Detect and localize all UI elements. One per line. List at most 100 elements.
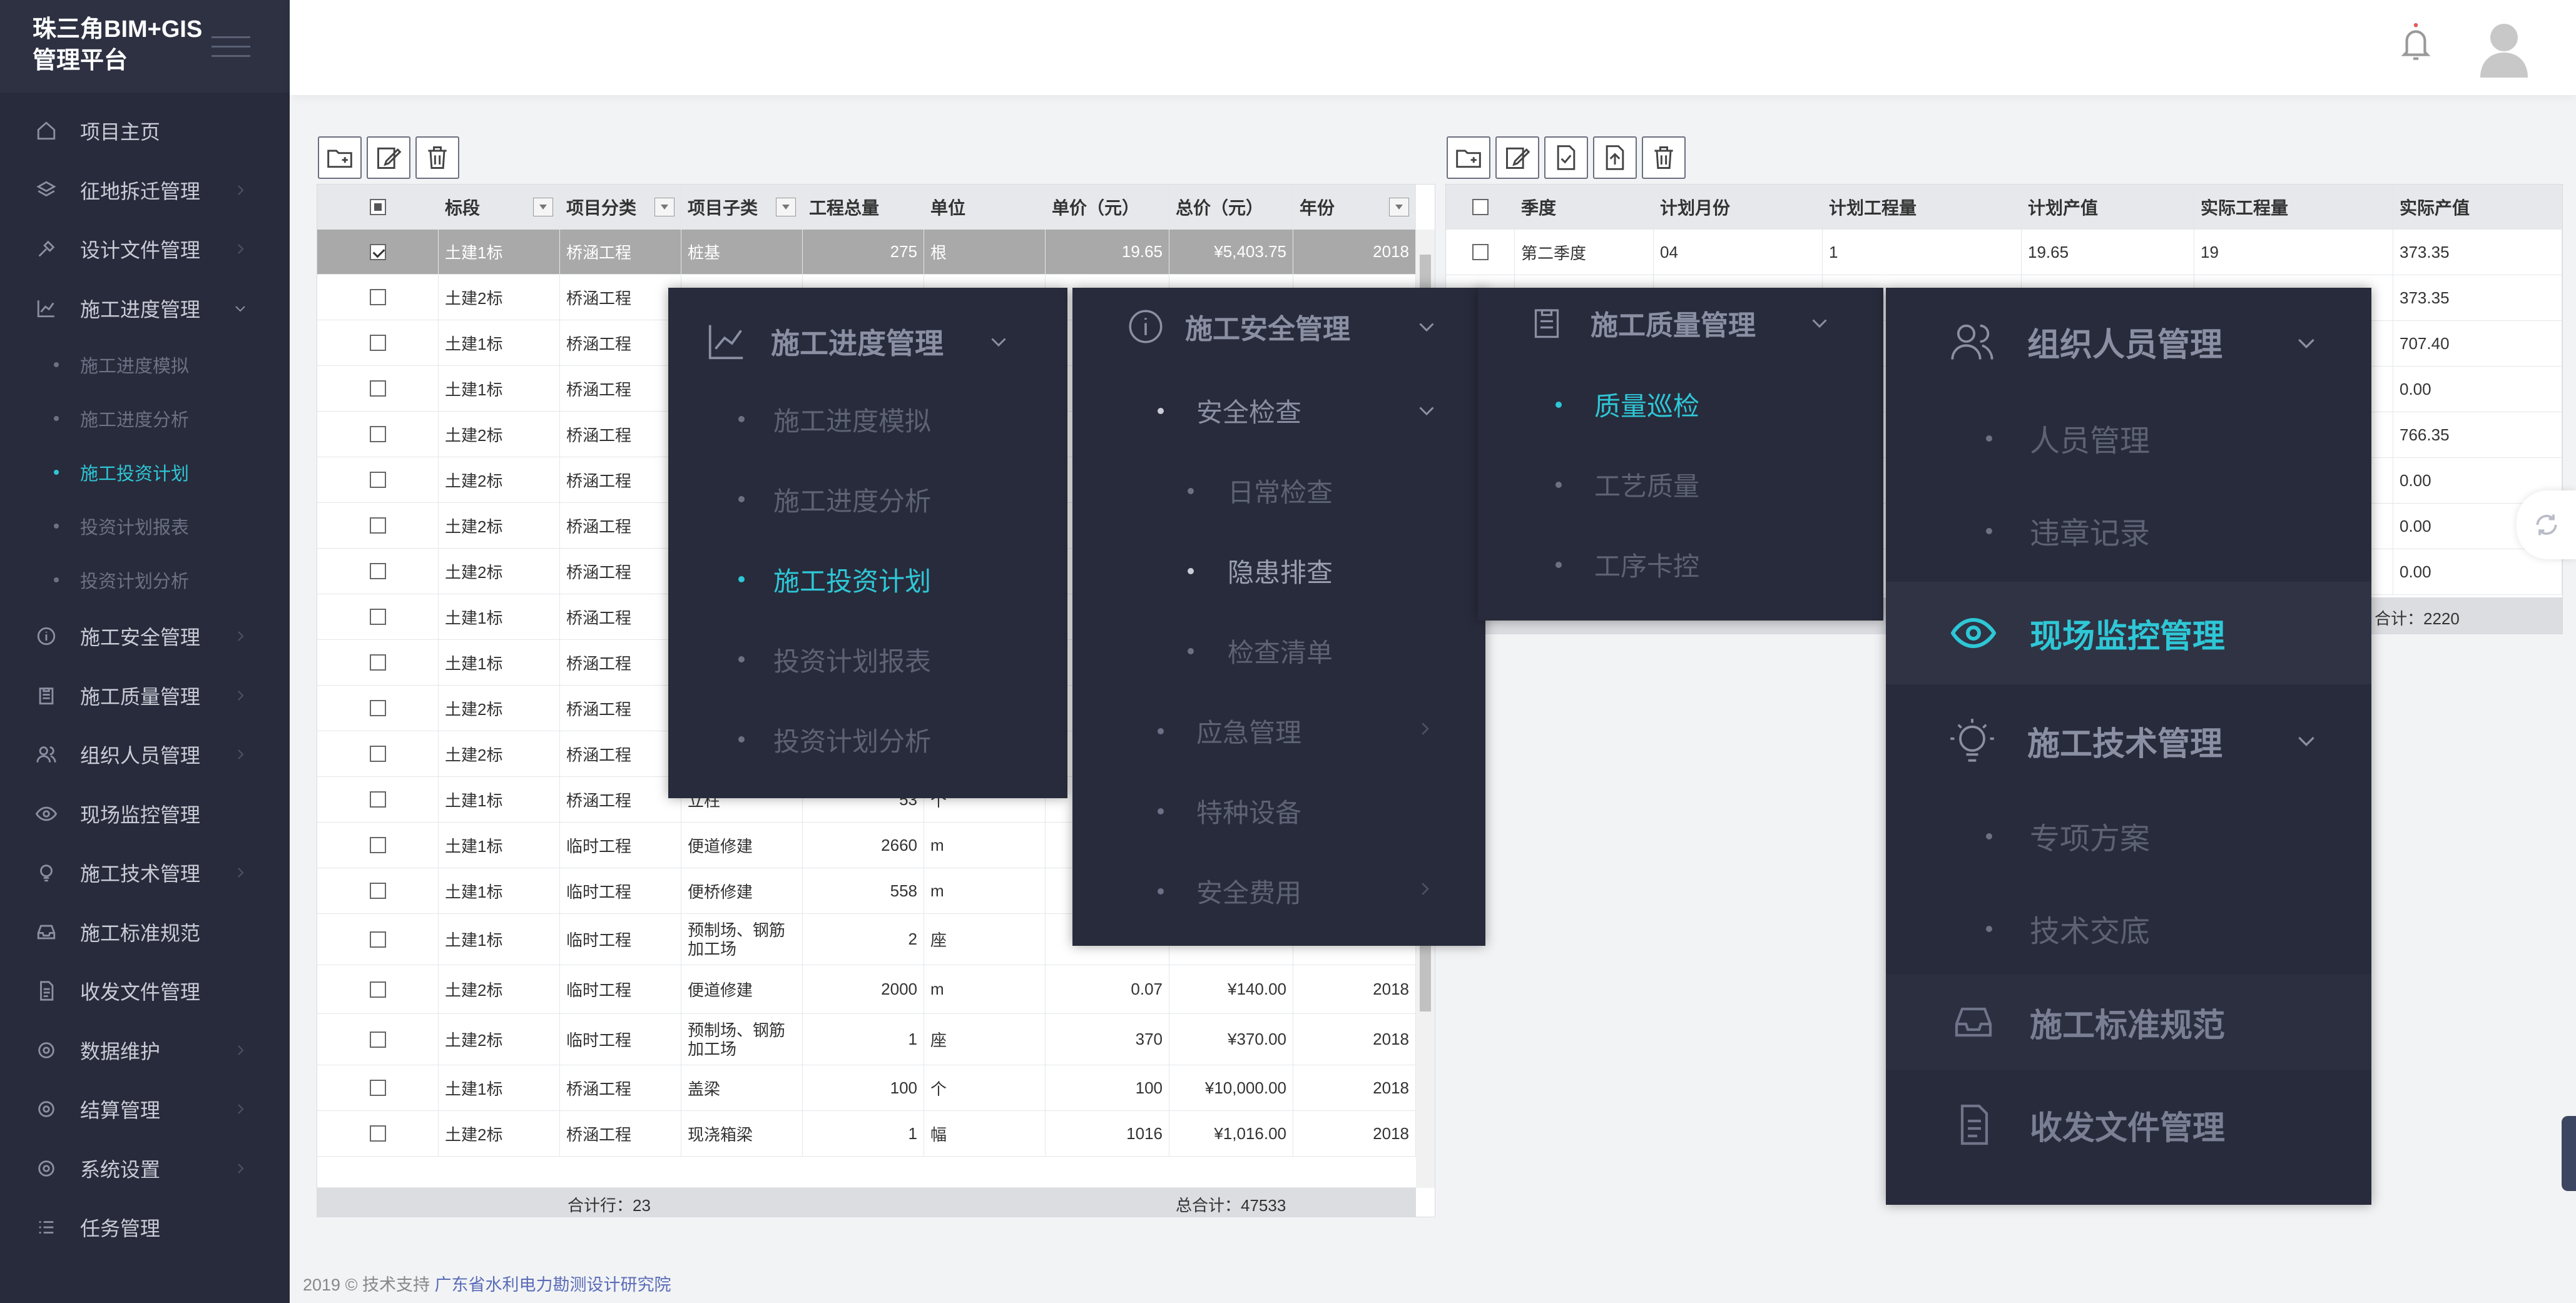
popup-item-docs[interactable]: 收发文件管理	[1886, 1077, 2371, 1172]
sidebar-subitem[interactable]: 投资计划报表	[0, 499, 290, 553]
popup-item-tech[interactable]: 施工技术管理	[1948, 709, 2222, 772]
sidebar-item-system[interactable]: 系统设置	[0, 1139, 290, 1199]
column-header[interactable]: 实际工程量	[2194, 185, 2393, 229]
row-checkbox[interactable]	[317, 594, 439, 639]
popup-item[interactable]: 人员管理	[2030, 415, 2150, 460]
popup-item-active[interactable]: 施工投资计划	[773, 560, 931, 598]
popup-item[interactable]: 施工进度模拟	[773, 400, 931, 438]
table-row[interactable]: 土建2标 临时工程 便道修建 2000 m 0.07 ¥140.00 2018	[317, 965, 1416, 1014]
column-header[interactable]: 季度	[1515, 185, 1654, 229]
row-checkbox[interactable]	[317, 914, 439, 965]
table-row[interactable]: 土建2标 桥涵工程 现浇箱梁 1 幅 1016 ¥1,016.00 2018	[317, 1111, 1416, 1157]
sidebar-item-land[interactable]: 征地拆迁管理	[0, 161, 290, 220]
filter-icon[interactable]	[533, 197, 553, 216]
delete-button[interactable]	[1642, 136, 1686, 179]
sidebar-item-tasks[interactable]: 任务管理	[0, 1198, 290, 1257]
column-header[interactable]: 项目分类	[560, 185, 681, 229]
column-header[interactable]: 年份	[1293, 185, 1416, 229]
table-row-partial[interactable]	[317, 1157, 1416, 1188]
sidebar-item-settlement[interactable]: 结算管理	[0, 1080, 290, 1139]
popup-title[interactable]: 施工质量管理	[1528, 297, 1756, 349]
avatar[interactable]	[2478, 19, 2530, 78]
row-checkbox[interactable]	[317, 640, 439, 685]
popup-title[interactable]: 施工安全管理	[1125, 300, 1350, 353]
approve-button[interactable]	[1544, 136, 1588, 179]
popup-title[interactable]: 组织人员管理	[1948, 310, 2222, 373]
popup-item[interactable]: 工艺质量	[1594, 465, 1699, 503]
column-header[interactable]: 计划产值	[2022, 185, 2194, 229]
support-link[interactable]: 广东省水利电力勘测设计研究院	[434, 1275, 671, 1294]
sidebar-item-docs[interactable]: 收发文件管理	[0, 961, 290, 1021]
row-checkbox[interactable]	[317, 230, 439, 274]
row-checkbox[interactable]	[317, 868, 439, 913]
popup-group[interactable]: 安全检查	[1196, 392, 1301, 429]
row-checkbox[interactable]	[317, 1014, 439, 1065]
sidebar-item-monitor[interactable]: 现场监控管理	[0, 784, 290, 844]
popup-item[interactable]: 应急管理	[1196, 712, 1301, 749]
column-header[interactable]: 总价（元）	[1169, 185, 1293, 229]
row-checkbox[interactable]	[317, 1065, 439, 1110]
popup-title[interactable]: 施工进度管理	[705, 310, 1010, 373]
row-checkbox[interactable]	[317, 965, 439, 1013]
popup-item-standard[interactable]: 施工标准规范	[1886, 975, 2371, 1070]
column-header[interactable]: 计划月份	[1654, 185, 1823, 229]
row-checkbox[interactable]	[317, 275, 439, 320]
refresh-button[interactable]	[2517, 490, 2576, 559]
popup-item[interactable]: 日常检查	[1228, 472, 1333, 509]
popup-item-monitor[interactable]: 现场监控管理	[1886, 582, 2371, 684]
popup-item[interactable]: 检查清单	[1228, 632, 1333, 669]
upload-button[interactable]	[1593, 136, 1637, 179]
column-header[interactable]: 计划工程量	[1823, 185, 2022, 229]
row-checkbox[interactable]	[317, 777, 439, 822]
popup-item[interactable]: 专项方案	[2030, 813, 2150, 858]
column-header[interactable]: 工程总量	[803, 185, 924, 229]
row-checkbox[interactable]	[317, 686, 439, 731]
column-header[interactable]: 单价（元）	[1046, 185, 1169, 229]
row-checkbox[interactable]	[317, 549, 439, 594]
row-checkbox[interactable]	[317, 412, 439, 457]
row-checkbox[interactable]	[317, 366, 439, 411]
delete-button[interactable]	[415, 136, 459, 179]
popup-item[interactable]: 施工进度分析	[773, 480, 931, 518]
sidebar-item-quality[interactable]: 施工质量管理	[0, 666, 290, 726]
sidebar-item-tech[interactable]: 施工技术管理	[0, 843, 290, 903]
table-row[interactable]: 土建1标 桥涵工程 盖梁 100 个 100 ¥10,000.00 2018	[317, 1065, 1416, 1111]
select-all-checkbox[interactable]	[1446, 185, 1515, 229]
popup-item[interactable]: 技术交底	[2030, 906, 2150, 951]
select-all-checkbox[interactable]	[317, 185, 439, 229]
popup-item[interactable]: 投资计划分析	[773, 721, 931, 758]
sidebar-item-home[interactable]: 项目主页	[0, 101, 290, 161]
sidebar-item-progress[interactable]: 施工进度管理	[0, 279, 290, 338]
row-checkbox[interactable]	[317, 503, 439, 548]
row-checkbox[interactable]	[317, 823, 439, 868]
table-row[interactable]: 第二季度 04 1 19.65 19 373.35	[1446, 230, 2562, 275]
sidebar-subitem[interactable]: 施工进度分析	[0, 392, 290, 445]
column-header[interactable]: 实际产值	[2393, 185, 2562, 229]
row-checkbox[interactable]	[317, 731, 439, 776]
table-row[interactable]: 土建1标 桥涵工程 桩基 275 根 19.65 ¥5,403.75 2018	[317, 230, 1416, 275]
table-row[interactable]: 土建2标 临时工程 预制场、钢筋加工场 1 座 370 ¥370.00 2018	[317, 1014, 1416, 1065]
popup-item[interactable]: 隐患排查	[1228, 552, 1333, 589]
edit-button[interactable]	[1495, 136, 1539, 179]
popup-item[interactable]: 违章记录	[2030, 508, 2150, 553]
sidebar-item-standard[interactable]: 施工标准规范	[0, 903, 290, 962]
add-folder-button[interactable]	[318, 136, 362, 179]
sidebar-item-data[interactable]: 数据维护	[0, 1021, 290, 1080]
popup-item[interactable]: 安全费用	[1196, 872, 1301, 910]
edit-button[interactable]	[367, 136, 410, 179]
side-drawer-tab[interactable]	[2562, 1116, 2576, 1191]
sidebar-subitem[interactable]: 施工进度模拟	[0, 338, 290, 392]
column-header[interactable]: 项目子类	[681, 185, 803, 229]
add-folder-button[interactable]	[1447, 136, 1490, 179]
row-checkbox[interactable]	[317, 1111, 439, 1156]
row-checkbox[interactable]	[1446, 230, 1515, 275]
popup-item-active[interactable]: 质量巡检	[1594, 385, 1699, 423]
filter-icon[interactable]	[1389, 197, 1409, 216]
sidebar-subitem-active[interactable]: 施工投资计划	[0, 445, 290, 499]
row-checkbox[interactable]	[317, 457, 439, 502]
filter-icon[interactable]	[654, 197, 675, 216]
column-header[interactable]: 标段	[439, 185, 560, 229]
filter-icon[interactable]	[776, 197, 796, 216]
popup-item[interactable]: 特种设备	[1196, 792, 1301, 829]
menu-toggle-icon[interactable]	[211, 36, 250, 59]
